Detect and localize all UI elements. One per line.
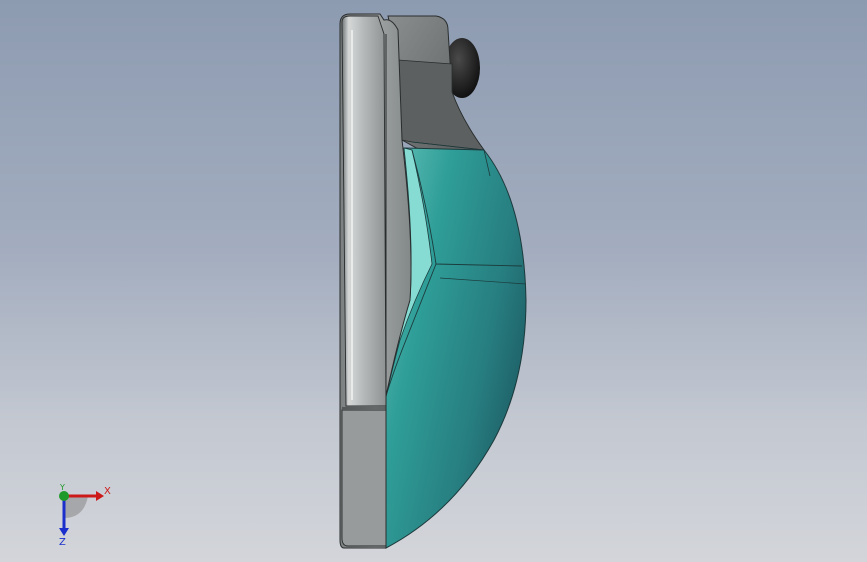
side-strip bbox=[341, 15, 387, 407]
model-view[interactable] bbox=[0, 0, 867, 562]
x-axis-label: X bbox=[104, 486, 111, 497]
orientation-triad: X Y Z bbox=[59, 483, 111, 546]
z-axis-label: Z bbox=[59, 537, 66, 546]
side-strip-lower bbox=[341, 409, 387, 547]
y-axis-label: Y bbox=[59, 483, 65, 492]
x-axis-head bbox=[96, 491, 104, 501]
y-axis-dot bbox=[59, 491, 69, 501]
z-axis-head bbox=[59, 528, 69, 536]
graphics-viewport[interactable]: X Y Z bbox=[0, 0, 867, 562]
